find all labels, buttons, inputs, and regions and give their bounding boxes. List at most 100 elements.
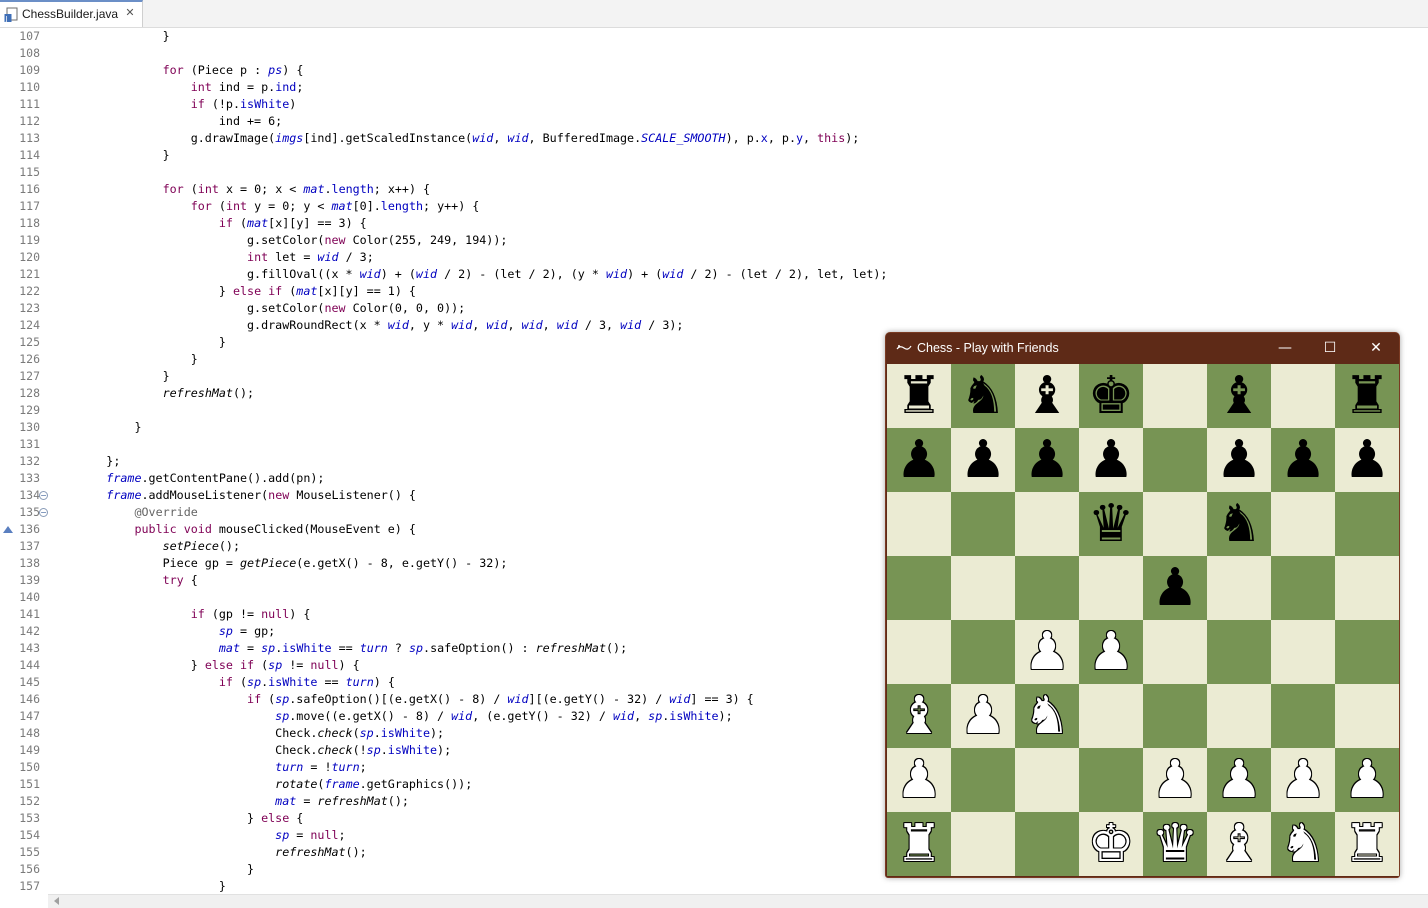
black-pawn-icon[interactable]: ♟ bbox=[1143, 556, 1207, 620]
black-pawn-icon[interactable]: ♟ bbox=[1207, 428, 1271, 492]
black-pawn-icon[interactable]: ♟ bbox=[951, 428, 1015, 492]
board-square[interactable] bbox=[951, 620, 1015, 684]
close-button[interactable]: ✕ bbox=[1353, 333, 1399, 364]
code-line: } else if (mat[x][y] == 1) { bbox=[50, 284, 416, 298]
black-pawn-icon[interactable]: ♟ bbox=[1335, 428, 1399, 492]
board-square[interactable] bbox=[1143, 492, 1207, 556]
black-knight-icon[interactable]: ♞ bbox=[951, 364, 1015, 428]
white-knight-icon[interactable]: ♞ bbox=[1271, 812, 1335, 876]
code-line: for (int x = 0; x < mat.length; x++) { bbox=[162, 182, 431, 196]
board-square[interactable] bbox=[1079, 684, 1143, 748]
board-square[interactable] bbox=[1143, 364, 1207, 428]
code-line: for (int y = 0; y < mat[0].length; y++) … bbox=[190, 199, 480, 213]
white-pawn-icon[interactable]: ♟ bbox=[1015, 620, 1079, 684]
black-bishop-icon[interactable]: ♝ bbox=[1207, 364, 1271, 428]
override-marker-icon bbox=[3, 526, 13, 533]
line-number: 117 bbox=[19, 199, 40, 213]
board-square[interactable] bbox=[1015, 748, 1079, 812]
white-pawn-icon[interactable]: ♟ bbox=[951, 684, 1015, 748]
chess-titlebar[interactable]: Chess - Play with Friends — ☐ ✕ bbox=[886, 333, 1399, 364]
board-square[interactable] bbox=[1207, 684, 1271, 748]
minimize-button[interactable]: — bbox=[1262, 333, 1308, 364]
board-square[interactable] bbox=[1335, 620, 1399, 684]
board-square[interactable] bbox=[1143, 620, 1207, 684]
horizontal-scrollbar[interactable] bbox=[48, 894, 1428, 908]
board-square[interactable] bbox=[1015, 492, 1079, 556]
line-number: 140 bbox=[19, 590, 40, 604]
board-square[interactable] bbox=[1015, 812, 1079, 876]
white-queen-icon[interactable]: ♛ bbox=[1143, 812, 1207, 876]
white-bishop-icon[interactable]: ♝ bbox=[887, 684, 951, 748]
white-pawn-icon[interactable]: ♟ bbox=[1335, 748, 1399, 812]
line-number: 113 bbox=[19, 131, 40, 145]
code-line: g.setColor(new Color(0, 0, 0)); bbox=[50, 301, 466, 315]
black-rook-icon[interactable]: ♜ bbox=[887, 364, 951, 428]
board-square[interactable] bbox=[1143, 428, 1207, 492]
line-number: 141 bbox=[19, 607, 40, 621]
board-square[interactable] bbox=[1207, 620, 1271, 684]
close-tab-icon[interactable]: ✕ bbox=[124, 7, 136, 19]
board-square[interactable] bbox=[1271, 620, 1335, 684]
board-square[interactable] bbox=[1335, 492, 1399, 556]
white-rook-icon[interactable]: ♜ bbox=[887, 812, 951, 876]
board-square[interactable] bbox=[887, 556, 951, 620]
code-line: @Override bbox=[134, 505, 198, 519]
line-number: 146 bbox=[19, 692, 40, 706]
line-number: 111 bbox=[19, 97, 40, 111]
black-bishop-icon[interactable]: ♝ bbox=[1015, 364, 1079, 428]
white-knight-icon[interactable]: ♞ bbox=[1015, 684, 1079, 748]
scroll-left-arrow-icon[interactable] bbox=[54, 897, 59, 905]
black-rook-icon[interactable]: ♜ bbox=[1335, 364, 1399, 428]
board-square[interactable] bbox=[1271, 684, 1335, 748]
board-square[interactable] bbox=[1271, 492, 1335, 556]
white-bishop-icon[interactable]: ♝ bbox=[1207, 812, 1271, 876]
board-square[interactable] bbox=[1079, 556, 1143, 620]
board-square[interactable] bbox=[1335, 556, 1399, 620]
board-square[interactable] bbox=[951, 556, 1015, 620]
white-king-icon[interactable]: ♚ bbox=[1079, 812, 1143, 876]
code-line: mat = refreshMat(); bbox=[275, 794, 409, 808]
board-square[interactable] bbox=[1335, 684, 1399, 748]
white-pawn-icon[interactable]: ♟ bbox=[1143, 748, 1207, 812]
code-line: }; bbox=[50, 454, 121, 468]
line-number: 114 bbox=[19, 148, 40, 162]
black-pawn-icon[interactable]: ♟ bbox=[1271, 428, 1335, 492]
board-square[interactable] bbox=[1207, 556, 1271, 620]
chess-board[interactable]: ♜ ♞ ♝ ♚ ♝ ♜ ♟ ♟ ♟ ♟ ♟ ♟ ♟ ♛ ♞ ♟ ♟ ♟ ♝ ♟ ♞ ♟ ♟ ♟ ♟ ♟ ♜ ♚ ♛ ♝ ♞ ♜ bbox=[887, 364, 1399, 876]
code-line: } bbox=[50, 148, 170, 162]
fold-collapse-icon[interactable]: − bbox=[39, 491, 48, 500]
code-line: } bbox=[50, 29, 170, 43]
maximize-button[interactable]: ☐ bbox=[1307, 333, 1353, 364]
code-line: } bbox=[50, 335, 226, 349]
white-pawn-icon[interactable]: ♟ bbox=[1207, 748, 1271, 812]
line-number: 110 bbox=[19, 80, 40, 94]
black-queen-icon[interactable]: ♛ bbox=[1079, 492, 1143, 556]
board-square[interactable] bbox=[1271, 364, 1335, 428]
board-square[interactable] bbox=[951, 748, 1015, 812]
board-square[interactable] bbox=[887, 620, 951, 684]
black-pawn-icon[interactable]: ♟ bbox=[1015, 428, 1079, 492]
tab-chessbuilder[interactable]: J ChessBuilder.java ✕ bbox=[0, 0, 143, 27]
code-line: g.setColor(new Color(255, 249, 194)); bbox=[50, 233, 508, 247]
black-pawn-icon[interactable]: ♟ bbox=[1079, 428, 1143, 492]
board-square[interactable] bbox=[951, 812, 1015, 876]
board-square[interactable] bbox=[887, 492, 951, 556]
line-number: 152 bbox=[19, 794, 40, 808]
board-square[interactable] bbox=[1079, 748, 1143, 812]
board-square[interactable] bbox=[1143, 684, 1207, 748]
black-pawn-icon[interactable]: ♟ bbox=[887, 428, 951, 492]
fold-collapse-icon[interactable]: − bbox=[39, 508, 48, 517]
white-pawn-icon[interactable]: ♟ bbox=[887, 748, 951, 812]
line-number: 125 bbox=[19, 335, 40, 349]
line-number: 148 bbox=[19, 726, 40, 740]
white-pawn-icon[interactable]: ♟ bbox=[1271, 748, 1335, 812]
black-knight-icon[interactable]: ♞ bbox=[1207, 492, 1271, 556]
board-square[interactable] bbox=[951, 492, 1015, 556]
board-square[interactable] bbox=[1015, 556, 1079, 620]
board-square[interactable] bbox=[1271, 556, 1335, 620]
line-number: 119 bbox=[19, 233, 40, 247]
line-number: 156 bbox=[19, 862, 40, 876]
white-pawn-icon[interactable]: ♟ bbox=[1079, 620, 1143, 684]
black-king-icon[interactable]: ♚ bbox=[1079, 364, 1143, 428]
white-rook-icon[interactable]: ♜ bbox=[1335, 812, 1399, 876]
